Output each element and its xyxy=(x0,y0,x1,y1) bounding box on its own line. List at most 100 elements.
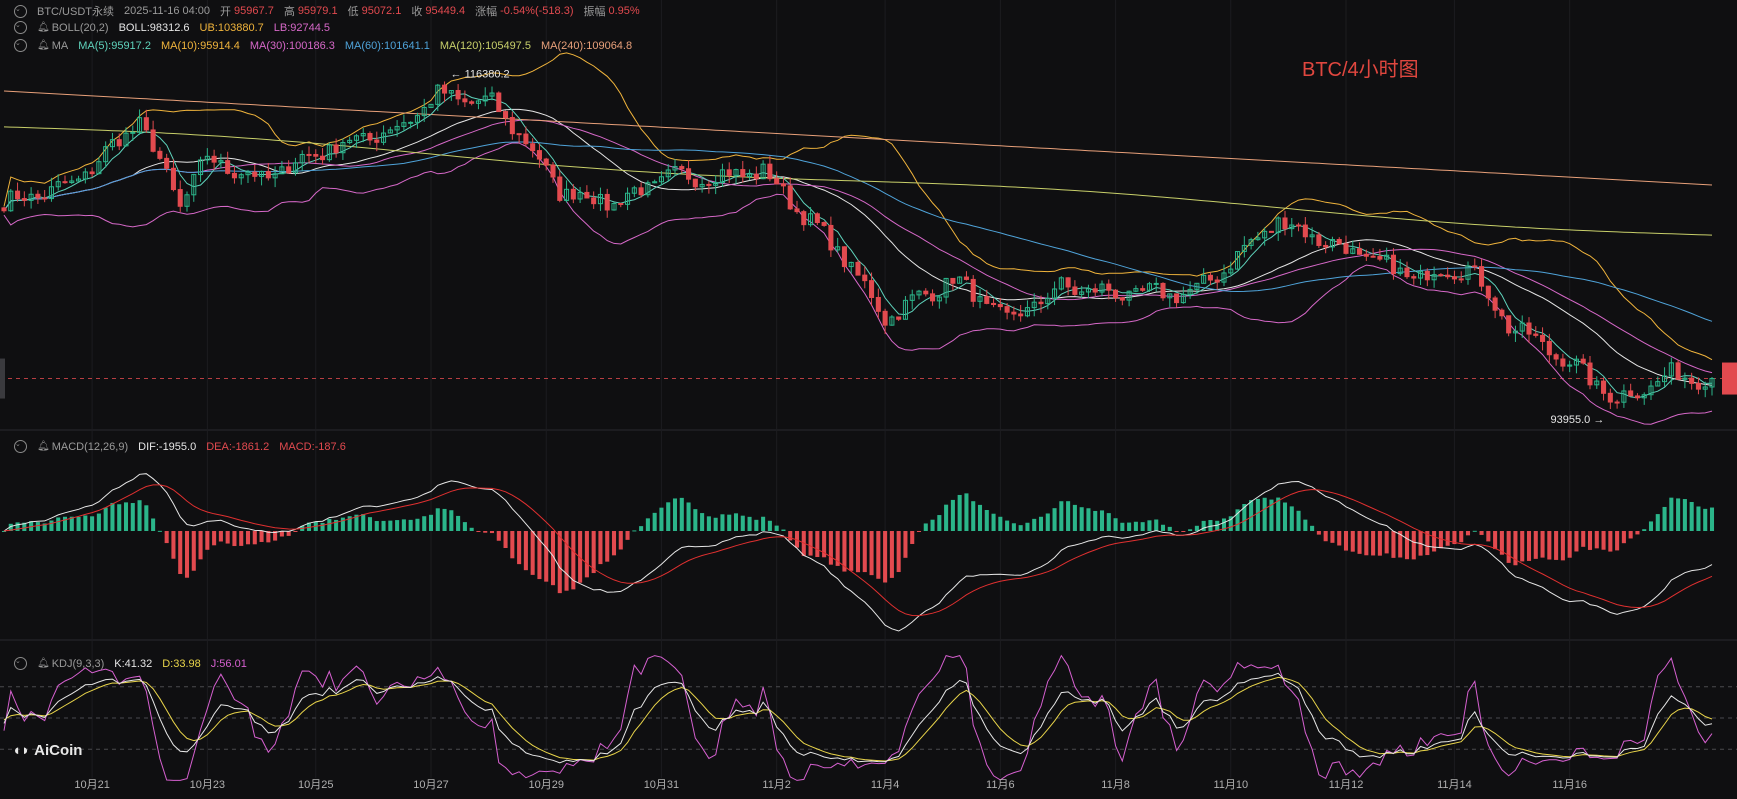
candle-body xyxy=(1479,266,1485,287)
macd-bar xyxy=(1465,531,1471,536)
bell-icon[interactable]: 🔔︎ xyxy=(37,658,50,669)
candle-body xyxy=(1458,278,1464,281)
macd-bar xyxy=(1404,531,1410,560)
candle-body xyxy=(455,90,461,100)
macd-bar xyxy=(645,518,650,531)
macd-bar xyxy=(408,519,413,531)
collapse-icon[interactable]: ⌄ xyxy=(14,21,27,34)
macd-bar xyxy=(523,531,528,571)
candle-body xyxy=(1377,256,1383,260)
candle-body xyxy=(116,139,122,147)
collapse-icon[interactable]: ⌄ xyxy=(14,39,27,52)
collapse-icon[interactable]: ⌄ xyxy=(14,440,27,453)
bell-icon[interactable]: 🔔︎ xyxy=(37,441,50,452)
macd-bar xyxy=(212,531,217,546)
candle-body xyxy=(42,197,48,200)
macd-bar xyxy=(103,507,108,531)
candle-body xyxy=(516,133,522,136)
candle-body xyxy=(1607,392,1613,403)
candle-body xyxy=(1072,286,1078,295)
macd-bar xyxy=(130,503,135,531)
macd-bar xyxy=(198,531,203,560)
candle-body xyxy=(706,183,712,186)
macd-bar xyxy=(849,531,854,571)
collapse-icon[interactable]: ⌄ xyxy=(14,4,27,18)
macd-bar xyxy=(1486,531,1491,542)
bell-icon[interactable]: 🔔︎ xyxy=(37,40,50,51)
macd-bar xyxy=(117,504,122,531)
bell-icon[interactable]: 🔔︎ xyxy=(37,22,50,33)
candle-body xyxy=(1357,248,1363,255)
candle-body xyxy=(442,84,448,94)
macd-bar xyxy=(1093,510,1098,531)
candle-body xyxy=(1472,265,1478,268)
candle-body xyxy=(923,290,929,295)
macd-bar xyxy=(598,531,603,565)
macd-bar xyxy=(1289,506,1294,531)
high-label: 高 xyxy=(283,6,295,18)
macd-bar xyxy=(1696,506,1701,531)
macd-bar xyxy=(1276,497,1281,531)
chart-watermark-title: BTC/4小时图 xyxy=(1302,59,1419,81)
candle-body xyxy=(1370,255,1376,258)
macd-bar xyxy=(293,531,298,532)
candle-body xyxy=(875,296,881,312)
macd-bar xyxy=(435,508,440,531)
candle-body xyxy=(313,154,319,157)
close-value: 95449.4 xyxy=(425,5,466,17)
macd-bar xyxy=(503,531,508,549)
macd-bar xyxy=(1188,529,1193,531)
macd-bar xyxy=(184,531,190,578)
ma240-value: MA(240):109064.8 xyxy=(540,39,633,52)
macd-bar xyxy=(1282,502,1288,531)
macd-bar xyxy=(876,531,881,579)
macd-bar xyxy=(395,520,400,531)
candle-body xyxy=(509,117,515,135)
macd-bar xyxy=(327,518,332,531)
candle-body xyxy=(584,191,590,199)
candle-body xyxy=(1363,253,1369,257)
candle-body xyxy=(89,171,95,175)
macd-bar xyxy=(218,531,223,542)
macd-bar xyxy=(964,493,969,531)
macd-bar xyxy=(808,531,813,556)
macd-bar xyxy=(232,531,237,547)
candle-body xyxy=(523,133,529,145)
candle-body xyxy=(740,169,746,177)
macd-bar xyxy=(1472,530,1477,532)
x-tick-label: 11月8 xyxy=(1101,779,1130,791)
macd-bar xyxy=(367,517,373,531)
macd-bar xyxy=(157,530,162,532)
kdj-row: ⌄ 🔔︎ KDJ(9,3,3) K:41.32 D:33.98 J:56.01 xyxy=(14,657,247,670)
boll-mid: BOLL:98312.6 xyxy=(118,21,190,34)
macd-bar xyxy=(374,521,379,531)
x-tick-label: 10月27 xyxy=(413,779,448,791)
macd-bar xyxy=(1709,507,1715,531)
candlestick-chart[interactable]: ← 116380.2 93955.0 → 10月21 10月23 10月25 10月27… xyxy=(0,0,1737,799)
macd-bar xyxy=(740,515,745,531)
macd-bar xyxy=(747,516,752,531)
candle-body xyxy=(1302,224,1308,238)
collapse-icon[interactable]: ⌄ xyxy=(14,657,27,670)
macd-bar xyxy=(1445,531,1450,546)
candle-body xyxy=(530,143,536,152)
candle-body xyxy=(1,207,7,212)
macd-bar xyxy=(1025,522,1030,531)
amp-label: 振幅 xyxy=(583,6,606,18)
macd-bar xyxy=(483,531,488,533)
ma30-value: MA(30):100186.3 xyxy=(249,39,335,52)
macd-bar xyxy=(1377,531,1382,556)
candle-body xyxy=(950,277,956,284)
ma60-value: MA(60):101641.1 xyxy=(344,39,430,52)
macd-bar xyxy=(1255,498,1260,531)
macd-bar xyxy=(96,513,101,531)
macd-panel xyxy=(1,473,1715,632)
macd-bar xyxy=(401,519,406,531)
candle-body xyxy=(1323,244,1329,248)
macd-bar xyxy=(998,516,1003,531)
macd-bar xyxy=(679,497,684,531)
candle-body xyxy=(780,183,786,187)
candle-body xyxy=(320,155,326,161)
macd-bar xyxy=(977,504,983,531)
macd-bar xyxy=(489,531,495,534)
